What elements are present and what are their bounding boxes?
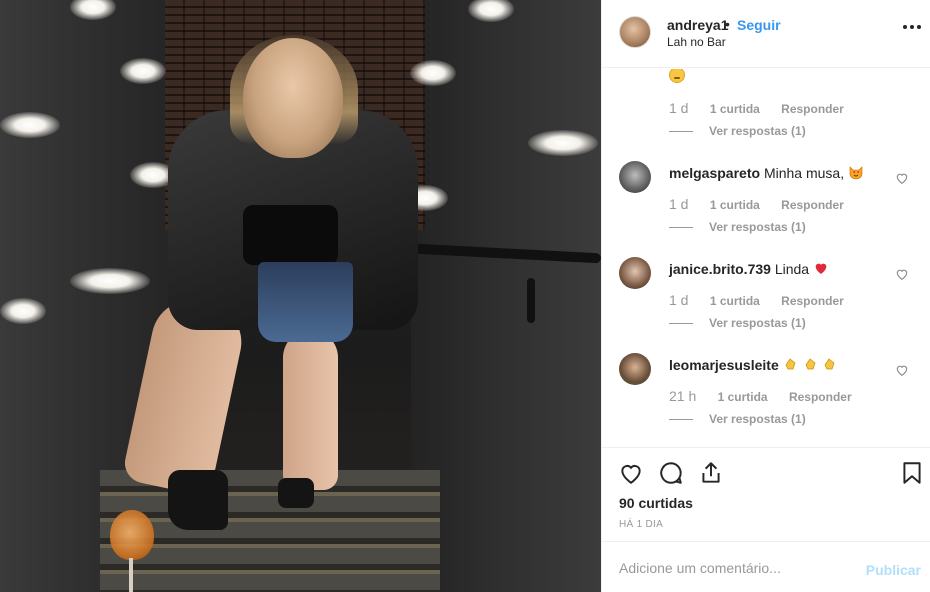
post-location[interactable]: Lah no Bar [667, 35, 726, 49]
comment-body: melgaspareto Minha musa, [669, 164, 864, 181]
comment-body: janice.brito.739 Linda [669, 260, 829, 277]
view-replies-button[interactable]: Ver respostas (1) [669, 316, 806, 330]
divider [669, 419, 693, 421]
comment-meta: 21 h 1 curtida Responder [669, 388, 852, 404]
photo-lamp [120, 58, 166, 84]
comment-time[interactable]: 1 d [669, 196, 688, 212]
clapping-hands-icon [825, 358, 835, 370]
comment-icon[interactable] [658, 460, 684, 486]
view-replies-button[interactable]: Ver respostas (1) [669, 124, 806, 138]
avatar[interactable] [619, 257, 651, 289]
photo-lamp [528, 130, 598, 156]
comment-likes[interactable]: 1 curtida [718, 390, 768, 404]
photo-lamp [0, 112, 60, 138]
post-username[interactable]: andreya1 [667, 17, 728, 33]
comment-meta: 1 d 1 curtida Responder [669, 100, 844, 116]
post-actions: 90 curtidas HÁ 1 DIA [602, 447, 930, 541]
photo-person-leg [283, 330, 338, 490]
photo-lamp [0, 298, 46, 324]
divider [669, 227, 693, 229]
avatar[interactable] [619, 353, 651, 385]
photo-person-boot [168, 470, 228, 530]
post-date[interactable]: HÁ 1 DIA [619, 519, 663, 530]
clapping-hands-icon [785, 358, 796, 370]
red-heart-icon [815, 263, 827, 274]
heart-icon[interactable] [618, 460, 644, 486]
photo-railing-post [527, 278, 535, 323]
comment-username[interactable]: leomarjesusleite [669, 357, 779, 373]
photo-person-head [243, 38, 343, 158]
photo-drink-glass-stem [129, 558, 133, 592]
publish-button[interactable]: Publicar [866, 562, 921, 578]
comment-meta: 1 d 1 curtida Responder [669, 292, 844, 308]
view-replies-label: Ver respostas (1) [709, 220, 806, 234]
view-replies-label: Ver respostas (1) [709, 412, 806, 426]
comment-meta: 1 d 1 curtida Responder [669, 196, 844, 212]
view-replies-label: Ver respostas (1) [709, 316, 806, 330]
divider [669, 131, 693, 133]
reply-button[interactable]: Responder [789, 390, 852, 404]
photo-person-boot [278, 478, 314, 508]
reply-button[interactable]: Responder [781, 198, 844, 212]
comment-username[interactable]: janice.brito.739 [669, 261, 771, 277]
photo-person-shorts [258, 262, 353, 342]
view-replies-button[interactable]: Ver respostas (1) [669, 412, 806, 426]
heart-icon[interactable] [895, 267, 909, 281]
add-comment-bar: Publicar [602, 541, 930, 592]
reply-button[interactable]: Responder [781, 294, 844, 308]
heart-eyes-cat-icon [849, 166, 863, 180]
comments-list: 1 d 1 curtida Responder Ver respostas (1… [602, 69, 930, 447]
follow-button[interactable]: Seguir [737, 17, 781, 33]
divider [669, 323, 693, 325]
comment-time[interactable]: 1 d [669, 100, 688, 116]
heart-icon[interactable] [895, 363, 909, 377]
photo-lamp [70, 268, 150, 294]
comment-input[interactable] [619, 557, 849, 579]
avatar[interactable] [619, 161, 651, 193]
separator-dot: • [725, 16, 730, 32]
photo-drink-glass [110, 510, 154, 560]
share-icon[interactable] [698, 460, 724, 486]
more-options-icon[interactable] [903, 24, 921, 30]
comment-username[interactable]: melgaspareto [669, 165, 760, 181]
comment-text: Linda [774, 261, 810, 277]
view-replies-button[interactable]: Ver respostas (1) [669, 220, 806, 234]
post-photo[interactable] [0, 0, 601, 592]
photo-lamp [410, 60, 456, 86]
heart-icon[interactable] [895, 171, 909, 185]
reply-button[interactable]: Responder [781, 102, 844, 116]
post-header: andreya1 • Seguir Lah no Bar [602, 0, 930, 68]
clapping-hands-icon [805, 358, 815, 370]
comment-likes[interactable]: 1 curtida [710, 294, 760, 308]
comment-likes[interactable]: 1 curtida [710, 198, 760, 212]
view-replies-label: Ver respostas (1) [709, 124, 806, 138]
likes-count[interactable]: 90 curtidas [619, 495, 693, 511]
grinning-face-icon [669, 69, 685, 83]
comment-body: leomarjesusleite [669, 356, 838, 373]
comment-text: Minha musa, [763, 165, 845, 181]
comment-likes[interactable]: 1 curtida [710, 102, 760, 116]
bookmark-icon[interactable] [899, 460, 925, 486]
comment-time[interactable]: 1 d [669, 292, 688, 308]
avatar[interactable] [619, 16, 651, 48]
photo-person-top [243, 205, 338, 265]
post-side-panel: andreya1 • Seguir Lah no Bar 1 d 1 curti… [601, 0, 930, 592]
comment-time[interactable]: 21 h [669, 388, 696, 404]
